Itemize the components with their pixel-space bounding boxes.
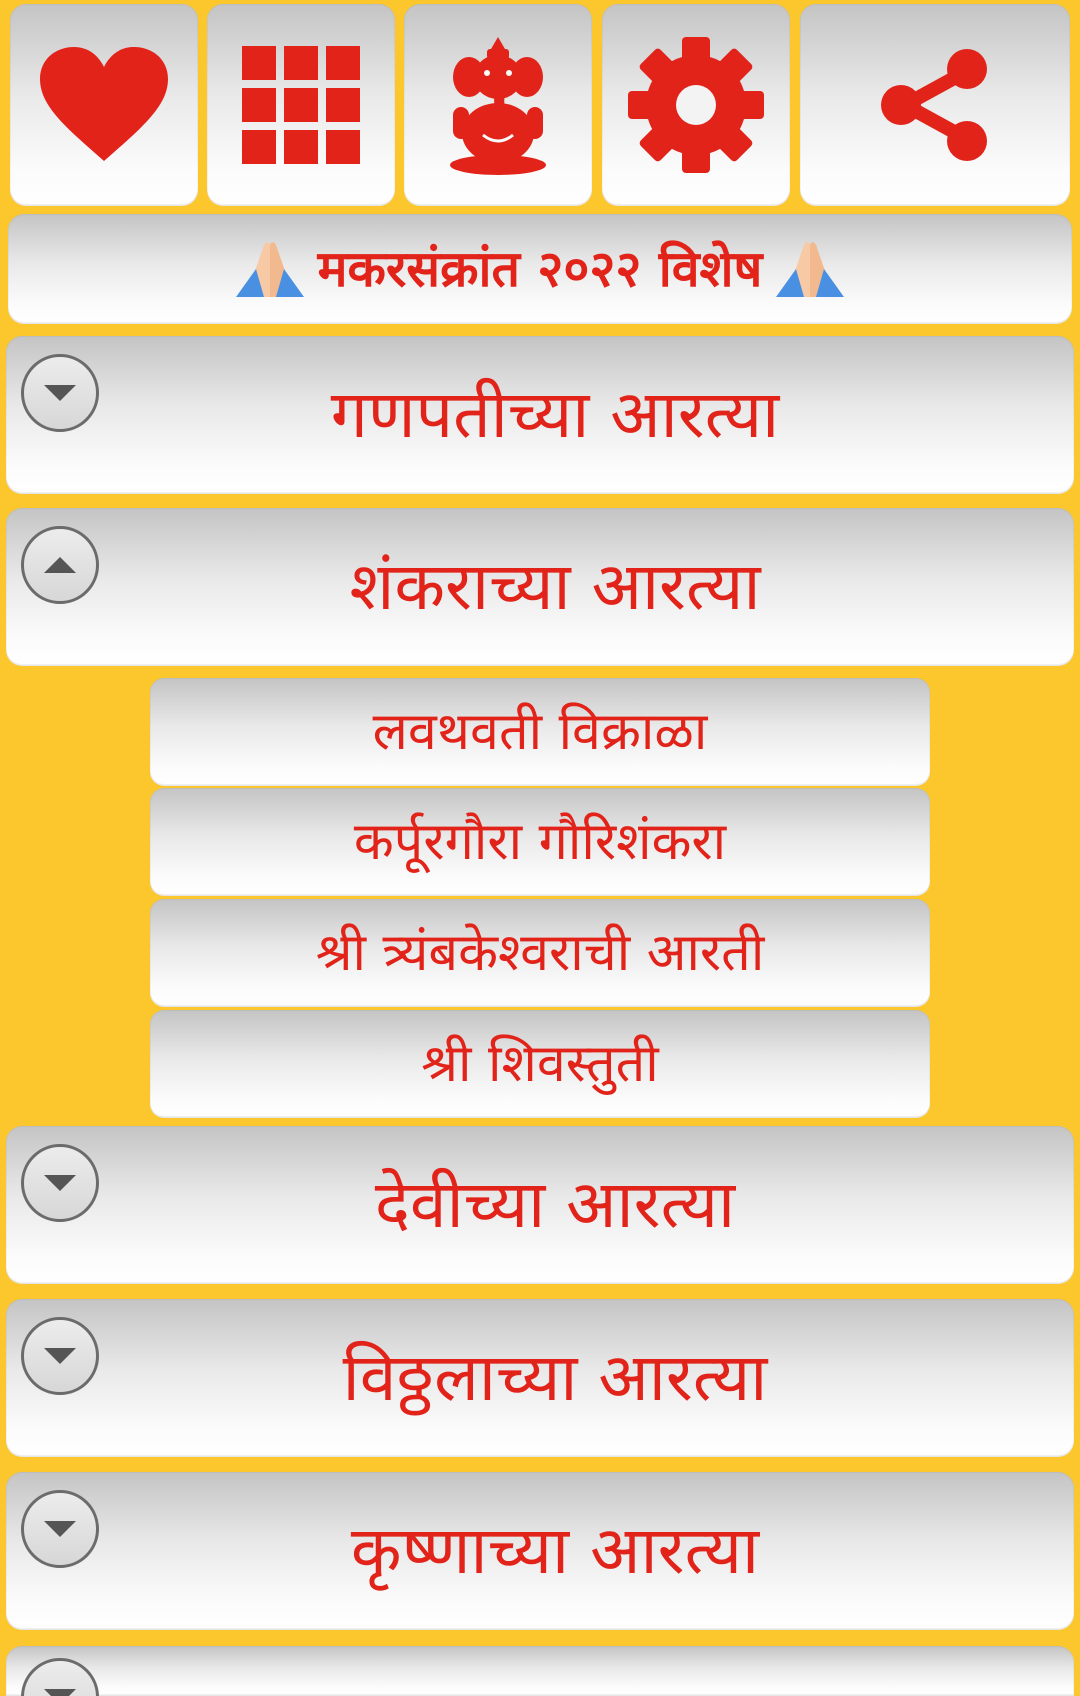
aarti-item-label: कर्पूरगौरा गौरिशंकरा (353, 812, 727, 872)
aarti-item-label: श्री शिवस्तुती (421, 1034, 659, 1094)
section-shankar-aartya[interactable]: शंकराच्या आरत्या (6, 508, 1074, 666)
settings-button[interactable] (602, 4, 790, 206)
gear-icon (628, 37, 764, 173)
section-vitthal-aartya[interactable]: विठ्ठलाच्या आरत्या (6, 1299, 1074, 1457)
aarti-item[interactable]: कर्पूरगौरा गौरिशंकरा (150, 788, 930, 896)
grid-icon (242, 46, 360, 164)
praying-hands-icon (776, 242, 845, 297)
section-krishna-aartya[interactable]: कृष्णाच्या आरत्या (6, 1472, 1074, 1630)
section-next-aartya[interactable] (6, 1646, 1074, 1696)
aarti-item[interactable]: लवथवती विक्राळा (150, 678, 930, 786)
aarti-item-label: लवथवती विक्राळा (372, 702, 708, 762)
festival-banner[interactable]: मकरसंक्रांत २०२२ विशेष (8, 214, 1072, 324)
section-title: देवीच्या आरत्या (374, 1166, 736, 1243)
heart-icon (40, 47, 168, 161)
share-icon (881, 49, 987, 161)
app-screen: मकरसंक्रांत २०२२ विशेष गणपतीच्या आरत्या … (0, 0, 1080, 1696)
ganesha-icon (450, 37, 546, 175)
section-title: शंकराच्या आरत्या (349, 548, 761, 625)
section-devi-aartya[interactable]: देवीच्या आरत्या (6, 1126, 1074, 1284)
section-ganpati-aartya[interactable]: गणपतीच्या आरत्या (6, 336, 1074, 494)
aarti-item[interactable]: श्री शिवस्तुती (150, 1010, 930, 1118)
banner-title: मकरसंक्रांत २०२२ विशेष (317, 240, 763, 298)
chevron-down-icon[interactable] (21, 1658, 99, 1696)
section-title: विठ्ठलाच्या आरत्या (342, 1339, 768, 1416)
aarti-item-label: श्री त्र्यंबकेश्वराची आरती (315, 923, 765, 983)
categories-button[interactable] (207, 4, 395, 206)
aarti-item[interactable]: श्री त्र्यंबकेश्वराची आरती (150, 899, 930, 1007)
section-title: कृष्णाच्या आरत्या (350, 1512, 760, 1589)
share-button[interactable] (800, 4, 1070, 206)
favorites-button[interactable] (10, 4, 198, 206)
praying-hands-icon (235, 242, 304, 297)
section-title: गणपतीच्या आरत्या (330, 376, 780, 453)
ganesha-button[interactable] (404, 4, 592, 206)
